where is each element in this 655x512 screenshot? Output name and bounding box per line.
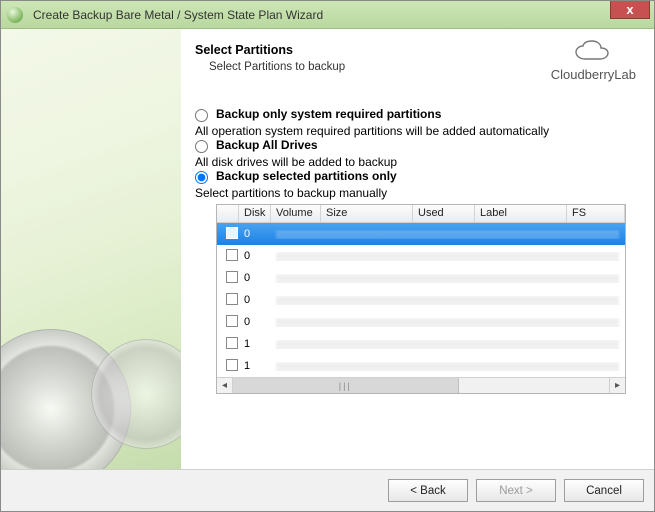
horizontal-scrollbar[interactable]: ◂ ||| ▸ (217, 377, 625, 393)
cell-disk: 0 (239, 294, 271, 306)
option-label: Backup All Drives (216, 138, 318, 152)
table-row[interactable]: 0 (217, 267, 625, 289)
option-all-drives[interactable]: Backup All Drives (195, 138, 636, 153)
col-label[interactable]: Label (475, 205, 567, 222)
wizard-sidebar (1, 29, 181, 469)
cell-disk: 1 (239, 338, 271, 350)
app-icon (7, 7, 23, 23)
next-button: Next > (476, 479, 556, 502)
option-selected-partitions[interactable]: Backup selected partitions only (195, 169, 636, 184)
col-checkbox[interactable] (217, 205, 239, 222)
titlebar: Create Backup Bare Metal / System State … (1, 1, 654, 29)
backup-options: Backup only system required partitions A… (195, 107, 636, 394)
close-button[interactable]: x (610, 1, 650, 19)
cell-redacted (271, 230, 625, 239)
cell-redacted (271, 318, 625, 327)
col-fs[interactable]: FS (567, 205, 625, 222)
cell-disk: 0 (239, 250, 271, 262)
row-checkbox[interactable] (226, 359, 238, 371)
option-desc: All disk drives will be added to backup (195, 155, 636, 169)
table-row[interactable]: 1 (217, 333, 625, 355)
row-checkbox[interactable] (226, 271, 238, 283)
row-checkbox[interactable] (226, 315, 238, 327)
scroll-thumb[interactable]: ||| (233, 378, 459, 393)
cell-disk: 0 (239, 316, 271, 328)
cell-redacted (271, 274, 625, 283)
wizard-page: Select Partitions Select Partitions to b… (181, 29, 654, 469)
table-row[interactable]: 0 (217, 223, 625, 245)
cell-disk: 0 (239, 272, 271, 284)
row-checkbox[interactable] (226, 227, 238, 239)
radio-all-drives[interactable] (195, 140, 208, 153)
table-body: 00000111 (217, 223, 625, 377)
cell-redacted (271, 252, 625, 261)
radio-selected-partitions[interactable] (195, 171, 208, 184)
partitions-table: Disk Volume Size Used Label FS 00000111 … (216, 204, 626, 394)
radio-system-partitions[interactable] (195, 109, 208, 122)
row-checkbox[interactable] (226, 337, 238, 349)
table-row[interactable]: 0 (217, 289, 625, 311)
brand-logo: CloudberryLab (551, 39, 636, 82)
cell-disk: 1 (239, 360, 271, 372)
option-system-partitions[interactable]: Backup only system required partitions (195, 107, 636, 122)
scroll-right-icon[interactable]: ▸ (609, 378, 625, 393)
row-checkbox[interactable] (226, 293, 238, 305)
table-header-row: Disk Volume Size Used Label FS (217, 205, 625, 223)
scroll-track[interactable]: ||| (233, 378, 609, 393)
cloud-icon (573, 39, 613, 65)
row-checkbox[interactable] (226, 249, 238, 261)
wizard-footer: < Back Next > Cancel (1, 469, 654, 511)
cell-disk: 0 (239, 228, 271, 240)
cell-redacted (271, 362, 625, 371)
table-row[interactable]: 0 (217, 245, 625, 267)
back-button[interactable]: < Back (388, 479, 468, 502)
scroll-left-icon[interactable]: ◂ (217, 378, 233, 393)
option-label: Backup only system required partitions (216, 107, 441, 121)
cell-redacted (271, 340, 625, 349)
window-title: Create Backup Bare Metal / System State … (33, 8, 323, 22)
col-used[interactable]: Used (413, 205, 475, 222)
option-label: Backup selected partitions only (216, 169, 397, 183)
option-desc: All operation system required partitions… (195, 124, 636, 138)
col-volume[interactable]: Volume (271, 205, 321, 222)
option-desc: Select partitions to backup manually (195, 186, 636, 200)
table-row[interactable]: 1 (217, 355, 625, 377)
col-disk[interactable]: Disk (239, 205, 271, 222)
col-size[interactable]: Size (321, 205, 413, 222)
cell-redacted (271, 296, 625, 305)
table-row[interactable]: 0 (217, 311, 625, 333)
brand-name: CloudberryLab (551, 67, 636, 82)
cancel-button[interactable]: Cancel (564, 479, 644, 502)
